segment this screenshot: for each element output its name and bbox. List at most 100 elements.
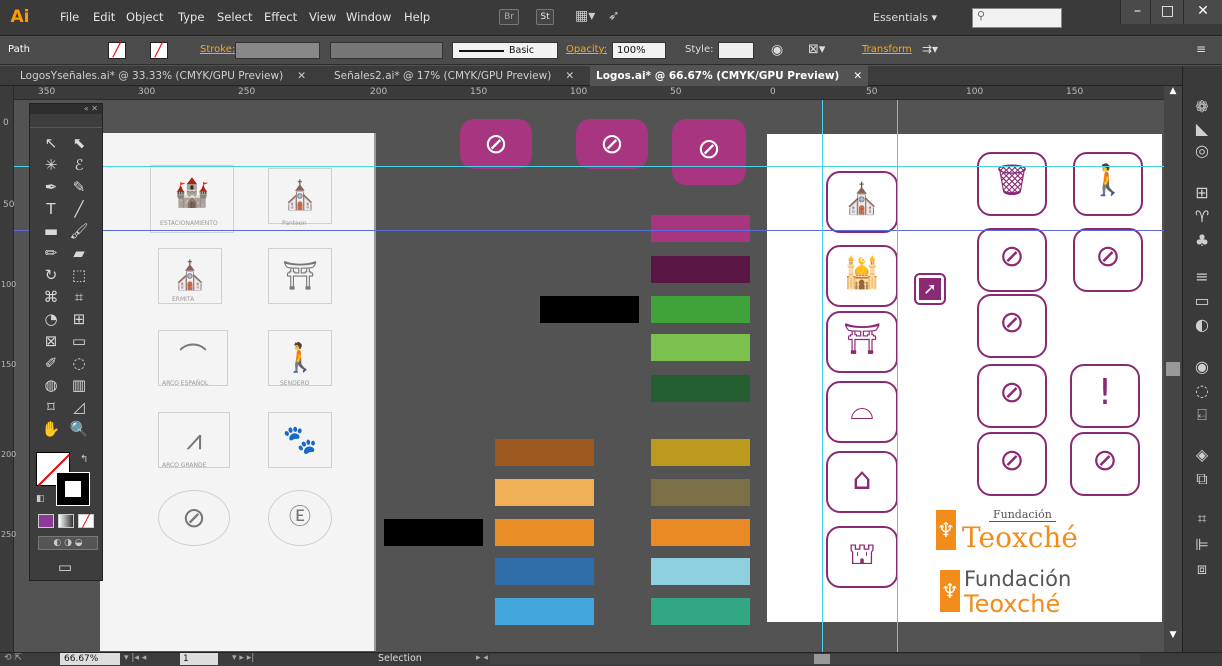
brush-definition-field[interactable]: Basic (452, 42, 558, 59)
club-icon[interactable]: ♣ (1190, 230, 1214, 252)
align-options-icon[interactable]: ⊠▾ (808, 42, 825, 57)
perspective-grid-tool-icon[interactable]: ⊞ (66, 308, 92, 330)
swatch-rect[interactable] (495, 598, 594, 625)
pencil-tool-icon[interactable]: ✏ (38, 242, 64, 264)
scale-tool-icon[interactable]: ⬚ (66, 264, 92, 286)
screen-mode-icon[interactable]: ▭ (52, 556, 78, 578)
stroke-swatch-icon[interactable]: ╱ (150, 42, 168, 59)
maximize-button[interactable]: □ (1150, 0, 1184, 24)
artboard-nav-icon[interactable]: ⟲ ⇱ (4, 653, 22, 663)
trash-sign-icon[interactable]: 🗑 (977, 152, 1047, 216)
rotate-tool-icon[interactable]: ↻ (38, 264, 64, 286)
vertical-guide[interactable] (897, 100, 898, 652)
swatch-rect[interactable] (651, 439, 750, 466)
close-icon[interactable]: ✕ (565, 70, 574, 82)
no-fire-sign-icon[interactable]: ⊘ (977, 294, 1047, 358)
stroke-weight-field[interactable] (235, 42, 320, 59)
arrange-documents-icon[interactable]: ▦▾ (575, 8, 595, 24)
scroll-up-icon[interactable]: ▲ (1164, 86, 1182, 100)
minimize-button[interactable]: – (1120, 0, 1154, 24)
default-colors-icon[interactable]: ◧ (36, 494, 45, 504)
swatch-rect[interactable] (495, 558, 594, 585)
zoom-dropdown-icon[interactable]: ▾ |◂ ◂ (124, 653, 146, 663)
pen-tool-icon[interactable]: ✒ (38, 176, 64, 198)
direct-selection-tool-icon[interactable]: ⬉ (66, 132, 92, 154)
menu-edit[interactable]: Edit (93, 10, 115, 24)
no-picking-flowers-sign-icon[interactable]: ⊘ (1073, 228, 1143, 292)
recolor-icon[interactable]: ◉ (771, 42, 783, 58)
no-dogs-sign-icon[interactable]: ⊘ (1070, 432, 1140, 496)
tab-logos[interactable]: Logos.ai* @ 66.67% (CMYK/GPU Preview) ✕ (590, 66, 869, 86)
type-tool-icon[interactable]: T (38, 198, 64, 220)
brush-icon[interactable]: ◎ (1190, 140, 1214, 162)
church-sign-icon[interactable]: ⛪ (826, 171, 898, 233)
swatch-rect[interactable] (651, 296, 750, 323)
stroke-color-icon[interactable] (56, 472, 90, 506)
tab-logosyseñales[interactable]: LogosYseñales.ai* @ 33.33% (CMYK/GPU Pre… (14, 66, 312, 86)
mesh-tool-icon[interactable]: ⊠ (38, 330, 64, 352)
scroll-thumb[interactable] (1166, 362, 1180, 376)
ermita-sign-icon[interactable]: 🕌 (826, 245, 898, 307)
stroke-panel-icon[interactable]: ≡ (1190, 266, 1214, 288)
menu-help[interactable]: Help (404, 10, 430, 24)
align-left-icon[interactable]: ⊫ (1190, 534, 1214, 556)
no-guns-pin-icon[interactable]: ⊘ (576, 119, 648, 169)
hand-tool-icon[interactable]: ✋ (38, 418, 64, 440)
no-guns-pin-icon[interactable]: ⊘ (672, 119, 746, 185)
artboard-tool-icon[interactable]: ⌑ (38, 396, 64, 418)
shape-icon[interactable]: ◣ (1190, 118, 1214, 140)
grid-icon[interactable]: ⊞ (1190, 182, 1214, 204)
chapel-sign-icon[interactable]: ⛩ (826, 311, 898, 373)
isolate-icon[interactable]: ⇉▾ (922, 42, 938, 56)
no-smoking-sign-icon[interactable]: ⊘ (977, 228, 1047, 292)
slice-tool-icon[interactable]: ◿ (66, 396, 92, 418)
artboard-number-field[interactable]: 1 (180, 653, 218, 665)
panel-collapse-icon[interactable]: « ✕ (30, 104, 102, 114)
close-icon[interactable]: ✕ (297, 70, 306, 82)
blend-tool-icon[interactable]: ◌ (66, 352, 92, 374)
walker-sign-icon[interactable]: 🚶 (1073, 152, 1143, 216)
pathfinder-icon[interactable]: ⧈ (1190, 558, 1214, 580)
swatch-rect[interactable] (651, 215, 750, 242)
color-mode-icon[interactable] (38, 514, 54, 528)
layers-icon[interactable]: ❁ (1190, 96, 1214, 118)
swap-colors-icon[interactable]: ↰ (80, 454, 88, 465)
arch-sign-icon[interactable]: ⌓ (826, 381, 898, 443)
gradient-panel-icon[interactable]: ▭ (1190, 290, 1214, 312)
opacity-label[interactable]: Opacity: (566, 44, 607, 55)
graphic-styles-icon[interactable]: ◌ (1190, 380, 1214, 402)
column-graph-tool-icon[interactable]: ▥ (66, 374, 92, 396)
horizontal-scrollbar[interactable] (490, 654, 1140, 664)
appearance-panel-icon[interactable]: ◉ (1190, 356, 1214, 378)
swatch-rect[interactable] (495, 479, 594, 506)
line-tool-icon[interactable]: ╱ (66, 198, 92, 220)
status-menu-icon[interactable]: ▸ ◂ (476, 653, 488, 663)
panel-grip[interactable] (30, 114, 102, 128)
vertical-ruler[interactable] (0, 86, 14, 652)
menu-select[interactable]: Select (217, 10, 252, 24)
export-icon[interactable]: ⍇ (1190, 404, 1214, 426)
menu-file[interactable]: File (60, 10, 79, 24)
bridge-button[interactable]: Br (499, 9, 519, 25)
stock-button[interactable]: St (536, 9, 554, 25)
horizontal-guide[interactable] (14, 166, 1164, 167)
variable-width-field[interactable] (330, 42, 443, 59)
panel-menu-icon[interactable]: ≡ (1196, 42, 1206, 56)
layers-stack-icon[interactable]: ◈ (1190, 444, 1214, 466)
swatch-rect[interactable] (651, 598, 750, 625)
tab-senales2[interactable]: Señales2.ai* @ 17% (CMYK/GPU Preview) ✕ (328, 66, 580, 86)
menu-type[interactable]: Type (178, 10, 204, 24)
artboards-icon[interactable]: ⧉ (1190, 468, 1214, 490)
artboard-next-icon[interactable]: ▾ ▸ ▸| (232, 653, 254, 663)
gpu-rocket-icon[interactable]: ➶ (608, 8, 620, 24)
opacity-field[interactable]: 100% (612, 42, 666, 59)
swatch-rect[interactable] (651, 256, 750, 283)
swatch-rect[interactable] (540, 296, 639, 323)
swatch-rect[interactable] (651, 375, 750, 402)
arrow-sign-icon[interactable]: ➚ (914, 273, 946, 305)
horizontal-guide[interactable] (14, 230, 1164, 231)
scroll-down-icon[interactable]: ▼ (1164, 630, 1182, 644)
gate-sign-icon[interactable]: ⛫ (826, 526, 898, 588)
swatch-rect[interactable] (651, 519, 750, 546)
menu-object[interactable]: Object (126, 10, 163, 24)
